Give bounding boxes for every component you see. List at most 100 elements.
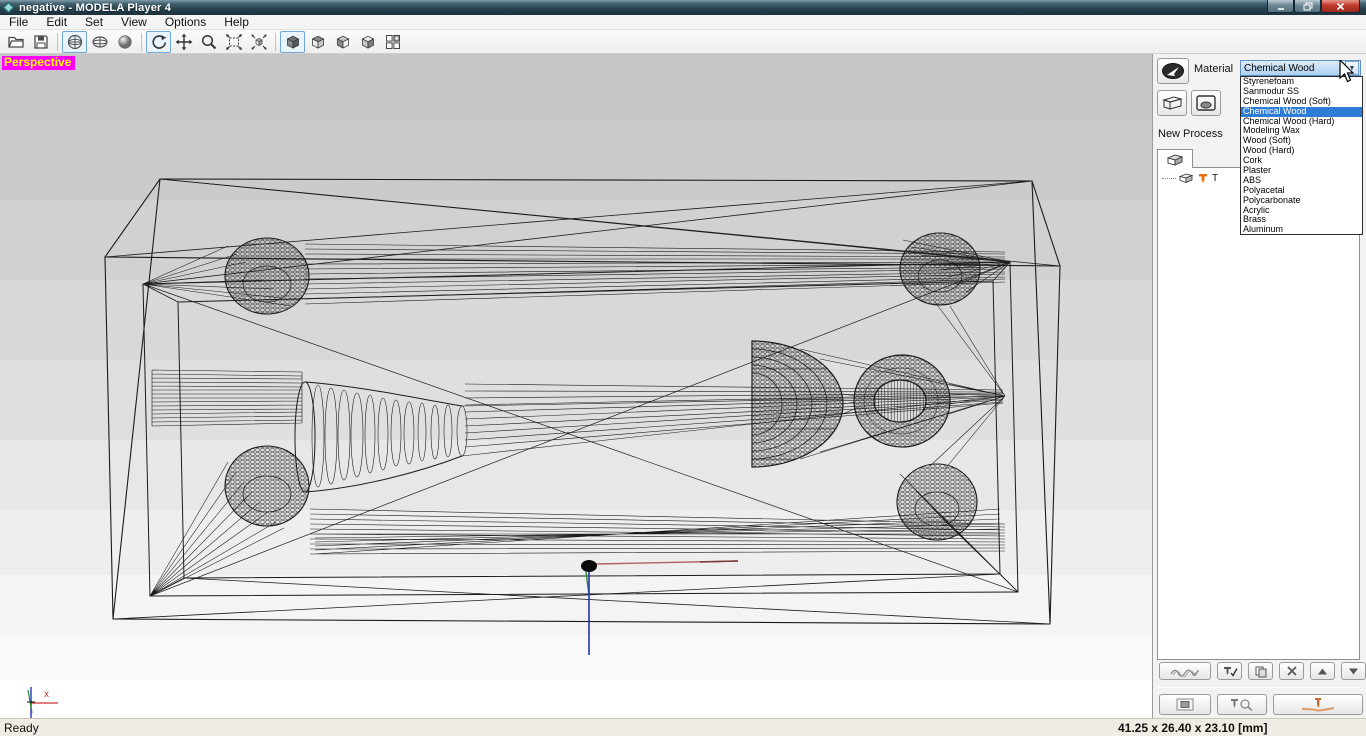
move-down-button[interactable]: [1341, 662, 1366, 680]
wireframe-view-button[interactable]: [62, 30, 87, 53]
preview-button[interactable]: [1159, 694, 1211, 715]
material-label: Material: [1194, 63, 1234, 75]
origin-setup-icon: [1196, 95, 1216, 111]
status-message: Ready: [4, 721, 39, 735]
origin-marker: [581, 560, 739, 655]
dome-feature: [751, 340, 844, 468]
model-box-icon: [1162, 96, 1183, 110]
toolbar: [0, 30, 1366, 54]
rotate-view-button[interactable]: [146, 30, 171, 53]
hidden-line-globe-icon: [91, 35, 108, 48]
start-cutting-icon: [1301, 697, 1335, 711]
multi-window-view-button[interactable]: [380, 31, 405, 53]
cube-view-4-icon: [361, 35, 374, 49]
magnifier-icon: [201, 34, 216, 49]
iso-view-3-button[interactable]: [330, 31, 355, 53]
axis-x-label: x: [44, 689, 49, 700]
process-tab-cube-icon: [1166, 154, 1184, 166]
toolbar-separator: [141, 32, 142, 51]
menu-item[interactable]: File: [0, 15, 37, 30]
wireframe-globe-icon: [67, 34, 82, 49]
toolbar-separator: [57, 32, 58, 51]
material-dropdown-list[interactable]: Styrenefoam Sanmodur SS Chemical Wood (S…: [1240, 76, 1363, 235]
model-box-button[interactable]: [1157, 90, 1187, 116]
move-up-icon: [1318, 668, 1327, 674]
axis-triad: x: [27, 687, 58, 718]
corner-cylinder-bottom-right: [896, 463, 978, 541]
shaded-view-button[interactable]: [112, 31, 137, 53]
open-button[interactable]: [3, 31, 28, 53]
fit-icon: [225, 33, 242, 50]
model-dimensions: 41.25 x 26.40 x 23.10 [mm]: [1118, 721, 1268, 735]
pan-view-button[interactable]: [171, 31, 196, 53]
corner-cylinder-bottom-left: [224, 445, 310, 527]
menu-item[interactable]: Edit: [37, 15, 76, 30]
save-icon: [33, 34, 48, 49]
minimize-icon: [1277, 7, 1284, 10]
app-icon: [3, 2, 14, 13]
iso-view-1-button[interactable]: [280, 30, 305, 53]
process-item-label: T: [1212, 172, 1219, 184]
menu-item[interactable]: Help: [215, 15, 258, 30]
material-value: Chemical Wood: [1244, 62, 1315, 74]
delete-icon: [1286, 666, 1297, 676]
copy-process-button[interactable]: [1248, 662, 1273, 680]
panel-divider: [1157, 687, 1362, 688]
maximize-button[interactable]: [1294, 0, 1321, 13]
corner-cylinder-top-left: [224, 237, 310, 315]
toolpath-icon: [1170, 669, 1200, 677]
maximize-icon: [1303, 2, 1312, 10]
window-title: negative - MODELA Player 4: [19, 1, 172, 14]
material-option[interactable]: Aluminum: [1241, 224, 1362, 234]
iso-view-4-button[interactable]: [355, 31, 380, 53]
toolbar-separator: [275, 32, 276, 51]
close-button[interactable]: [1321, 0, 1360, 13]
origin-setup-button[interactable]: [1191, 90, 1221, 116]
cube-view-3-icon: [336, 35, 349, 49]
shaded-sphere-icon: [117, 34, 132, 49]
cube-view-2-icon: [311, 35, 324, 49]
machine-select-icon: [1162, 63, 1184, 79]
zoom-view-button[interactable]: [196, 31, 221, 53]
fit-view-button[interactable]: [221, 31, 246, 53]
torus-feature: [853, 354, 951, 448]
hidden-line-view-button[interactable]: [87, 31, 112, 53]
wireframe-model: x: [27, 178, 1061, 718]
title-bar[interactable]: negative - MODELA Player 4: [0, 0, 1366, 15]
rotate-icon: [151, 34, 166, 49]
tree-branch-line: [1162, 177, 1176, 179]
close-icon: [1336, 2, 1345, 10]
toolpath-button[interactable]: [1159, 662, 1211, 680]
menu-item[interactable]: Options: [156, 15, 215, 30]
task-panel: Material Chemical Wood ▼ New Process T S…: [1152, 54, 1366, 718]
model-cube-icon: [1178, 173, 1194, 184]
corner-cylinder-top-right: [899, 232, 981, 306]
app-window: negative - MODELA Player 4 File Edit Set…: [0, 0, 1366, 736]
menu-bar: File Edit Set View Options Help: [0, 15, 1366, 30]
copy-icon: [1255, 666, 1266, 677]
start-cutting-button[interactable]: [1273, 694, 1363, 715]
move-up-button[interactable]: [1310, 662, 1335, 680]
output-toolbar: [1153, 694, 1366, 715]
iso-view-2-button[interactable]: [305, 31, 330, 53]
mouse-cursor: [1339, 60, 1355, 83]
tool-check-button[interactable]: [1217, 662, 1242, 680]
tool-check-icon: [1223, 666, 1238, 677]
zoom-part-view-button[interactable]: [246, 31, 271, 53]
minimize-button[interactable]: [1267, 0, 1294, 13]
menu-item[interactable]: Set: [76, 15, 112, 30]
process-tab[interactable]: [1157, 149, 1193, 168]
menu-item[interactable]: View: [112, 15, 156, 30]
tool-detail-button[interactable]: [1217, 694, 1267, 715]
process-tree[interactable]: T: [1157, 167, 1360, 660]
move-down-icon: [1349, 668, 1358, 674]
delete-process-button[interactable]: [1279, 662, 1304, 680]
save-button[interactable]: [28, 31, 53, 53]
viewport-3d[interactable]: x Perspective: [0, 54, 1152, 718]
multi-view-icon: [385, 34, 400, 49]
pan-icon: [175, 33, 192, 50]
machine-select-button[interactable]: [1157, 58, 1189, 84]
zoom-cube-icon: [250, 33, 267, 50]
new-process-label: New Process: [1158, 128, 1223, 140]
status-bar: Ready 41.25 x 26.40 x 23.10 [mm]: [0, 718, 1366, 736]
